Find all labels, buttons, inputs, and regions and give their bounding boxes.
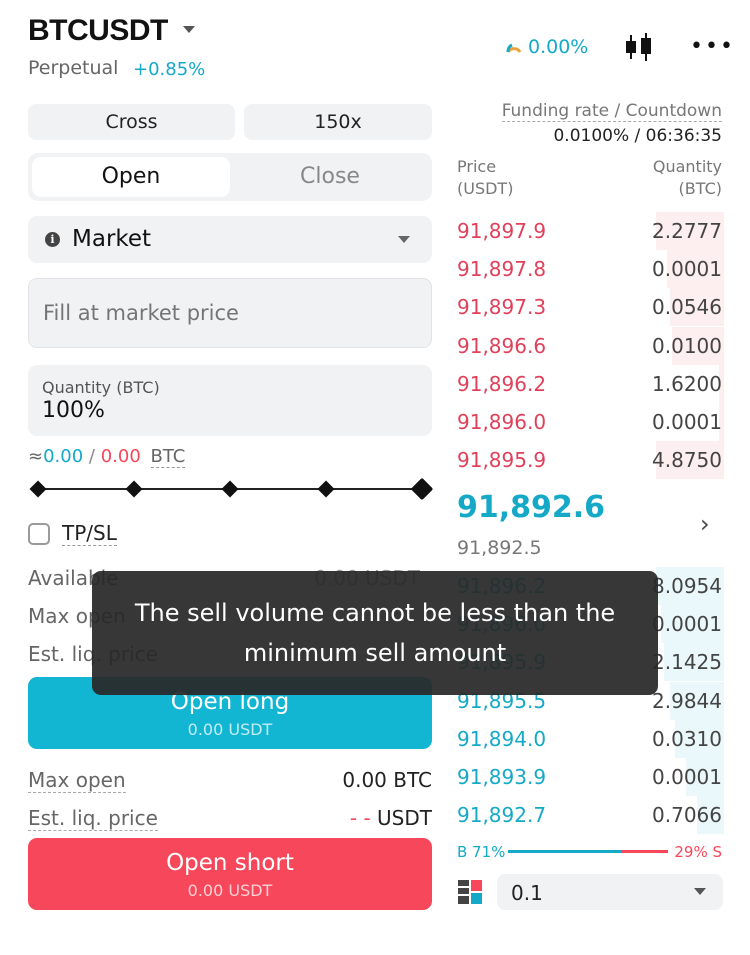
orderbook-row[interactable]: 91,896.0 0.0001 [452, 403, 724, 441]
orderbook-quantity: 4.8750 [652, 448, 722, 473]
orderbook-quantity: 8.0954 [652, 574, 722, 598]
quantity-value[interactable]: 100% [42, 398, 105, 423]
orderbook-quantity: 0.0100 [652, 333, 722, 358]
chevron-down-icon[interactable] [398, 236, 410, 243]
orderbook-qty-header: Quantity (BTC) [653, 156, 722, 200]
orderbook-price: 91,897.3 [457, 295, 547, 320]
approx-prefix: ≈ [28, 446, 44, 467]
open-short-amount: 0.00 USDT [187, 881, 273, 900]
buy-ratio-bar [508, 850, 622, 853]
est-liq-value: - - USDT [350, 806, 432, 830]
open-short-button[interactable]: Open short 0.00 USDT [28, 838, 432, 910]
slider-handle[interactable] [410, 477, 434, 501]
slider-tick-50[interactable] [221, 480, 239, 498]
orderbook-price: 91,894.0 [457, 726, 547, 751]
quantity-unit: (BTC) [678, 179, 722, 198]
orderbook-quantity: 0.0001 [652, 410, 722, 434]
orderbook-price: 91,895.9 [457, 448, 547, 473]
amount-separator: / [83, 446, 101, 467]
orderbook-quantity: 1.6200 [652, 371, 722, 396]
quantity-label: Quantity (BTC) [42, 378, 160, 397]
orderbook-price: 91,892.7 [457, 803, 547, 828]
est-liq-dash: - - [349, 806, 371, 830]
orderbook-quantity: 0.7066 [652, 803, 722, 828]
sell-amount: 0.00 [100, 446, 141, 467]
price-change: +0.85% [133, 59, 206, 80]
orderbook-row[interactable]: 91,897.9 2.2777 [452, 212, 724, 250]
tab-open[interactable]: Open [32, 157, 230, 197]
slider-tick-75[interactable] [317, 480, 335, 498]
orderbook-price: 91,893.9 [457, 765, 547, 789]
amount-unit[interactable]: BTC [150, 446, 186, 468]
orderbook-row[interactable]: 91,896.2 1.6200 [452, 364, 724, 403]
orderbook-quantity: 0.0310 [652, 726, 722, 751]
orderbook-price-header: Price (USDT) [457, 156, 513, 200]
error-toast: The sell volume cannot be less than the … [92, 571, 658, 695]
price-unit: (USDT) [457, 179, 514, 198]
tab-close[interactable]: Close [232, 157, 428, 197]
mark-price: 91,892.5 [457, 537, 542, 559]
order-type-label[interactable]: Market [72, 226, 151, 252]
contract-type: Perpetual [28, 57, 119, 79]
depth-step-value[interactable]: 0.1 [511, 881, 543, 905]
orderbook-quantity: 0.0001 [652, 765, 722, 789]
orderbook-row[interactable]: 91,896.6 0.0100 [452, 326, 724, 365]
funding-rate-label[interactable]: Funding rate / Countdown [501, 101, 722, 122]
last-price: 91,892.6 [457, 490, 606, 525]
tpsl-checkbox[interactable] [28, 523, 50, 545]
gauge-value[interactable]: 0.00% [528, 36, 588, 58]
max-open-value: 0.00 BTC [342, 768, 432, 792]
quantity-header: Quantity [652, 157, 722, 176]
candlestick-chart-icon[interactable] [623, 32, 655, 62]
orderbook-price: 91,896.2 [457, 371, 547, 396]
orderbook-layout-icon[interactable] [457, 879, 483, 905]
orderbook-row[interactable]: 91,892.7 0.7066 [452, 796, 724, 835]
sell-ratio-bar [621, 850, 668, 853]
margin-mode-button[interactable]: Cross [28, 104, 235, 140]
tpsl-label[interactable]: TP/SL [62, 521, 117, 546]
orderbook-row[interactable]: 91,897.3 0.0546 [452, 288, 724, 327]
orderbook-row[interactable]: 91,893.9 0.0001 [452, 758, 724, 796]
open-short-title: Open short [166, 850, 294, 876]
gauge-icon[interactable] [505, 38, 523, 56]
orderbook-row[interactable]: 91,894.0 0.0310 [452, 719, 724, 758]
chevron-right-icon[interactable]: › [700, 510, 710, 538]
leverage-button[interactable]: 150x [244, 104, 432, 140]
slider-tick-25[interactable] [125, 480, 143, 498]
price-input[interactable] [28, 278, 432, 348]
orderbook-quantity: 2.9844 [652, 688, 722, 713]
orderbook-price: 91,897.8 [457, 257, 547, 282]
orderbook-price: 91,897.9 [457, 219, 547, 243]
max-open-label[interactable]: Max open [28, 768, 126, 793]
open-long-amount: 0.00 USDT [187, 720, 273, 739]
funding-rate-value: 0.0100% / 06:36:35 [553, 126, 722, 146]
more-options-icon[interactable]: ••• [690, 36, 735, 58]
orderbook-price: 91,896.6 [457, 333, 547, 358]
est-liq-label[interactable]: Est. liq. price [28, 806, 158, 831]
price-header: Price [457, 157, 497, 176]
symbol-dropdown-icon[interactable] [183, 26, 195, 33]
slider-tick-0[interactable] [29, 480, 47, 498]
orderbook-row[interactable]: 91,897.8 0.0001 [452, 250, 724, 289]
buy-ratio: B 71% [457, 843, 506, 861]
sell-ratio: 29% S [674, 843, 722, 861]
symbol-title[interactable]: BTCUSDT [28, 14, 168, 48]
est-liq-unit: USDT [377, 806, 432, 830]
orderbook-quantity: 0.0001 [652, 612, 722, 637]
orderbook-quantity: 2.1425 [652, 650, 722, 675]
toast-line-1: The sell volume cannot be less than the [134, 599, 616, 627]
toast-line-2: minimum sell amount [243, 639, 507, 667]
info-icon[interactable]: i [45, 232, 60, 247]
orderbook-price: 91,896.0 [457, 410, 547, 434]
chevron-down-icon[interactable] [694, 888, 706, 895]
balance-line: ≈0.00 / 0.00 BTC [28, 446, 186, 468]
orderbook-row[interactable]: 91,895.9 4.8750 [452, 441, 724, 480]
buy-amount: 0.00 [43, 446, 84, 467]
orderbook-quantity: 0.0001 [652, 257, 722, 282]
orderbook-quantity: 0.0546 [652, 295, 722, 320]
orderbook-quantity: 2.2777 [652, 219, 722, 243]
